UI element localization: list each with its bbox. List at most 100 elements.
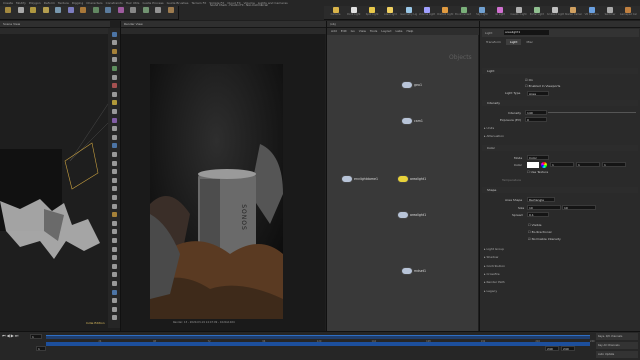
section-color[interactable]: Color xyxy=(482,145,638,151)
on-toggle[interactable]: ☑ On xyxy=(525,78,533,82)
shelf-tool[interactable] xyxy=(165,7,177,19)
shelf-tool-spot-light[interactable]: Spot Light xyxy=(364,7,381,19)
viewport-tool[interactable] xyxy=(110,271,118,279)
section-shape[interactable]: Shape xyxy=(482,187,638,193)
fold-contribution[interactable]: ▸ Contribution xyxy=(484,264,505,268)
shelf-tool[interactable] xyxy=(140,7,152,19)
param-tab-transform[interactable]: Transform xyxy=(482,39,505,45)
current-frame-field[interactable]: 1 xyxy=(30,334,42,339)
viewport-tool[interactable] xyxy=(110,82,118,90)
shelf-tool-environment-light[interactable]: Environment Light xyxy=(455,7,472,19)
jump-start-icon[interactable]: ⏮ xyxy=(2,333,6,340)
viewport-tool[interactable] xyxy=(110,262,118,270)
intensity-field[interactable]: 140 xyxy=(525,110,547,115)
intensity-slider[interactable] xyxy=(548,112,636,113)
network-node[interactable]: envlightdome1 xyxy=(341,175,378,183)
viewport-tool[interactable] xyxy=(110,245,118,253)
section-light[interactable]: Light xyxy=(482,68,638,74)
viewport-tool[interactable] xyxy=(110,159,118,167)
color-r-field[interactable]: 1 xyxy=(550,162,574,167)
fold-crossfire[interactable]: ▸ Crossfire xyxy=(484,272,500,276)
timeline-button[interactable]: Keys, 0/0 channels xyxy=(596,333,638,340)
tab-render-view[interactable]: Render View xyxy=(121,22,143,26)
viewport-tool[interactable] xyxy=(110,211,118,219)
viewport-tool[interactable] xyxy=(110,73,118,81)
network-menu-item[interactable]: Layout xyxy=(381,28,391,35)
network-menu-item[interactable]: View xyxy=(359,28,366,35)
spread-field[interactable]: 0.1 xyxy=(527,212,549,217)
network-node[interactable]: mdset1 xyxy=(401,267,426,275)
network-path[interactable]: /obj xyxy=(327,22,336,26)
viewport-tool[interactable] xyxy=(110,99,118,107)
color-swatch[interactable] xyxy=(527,162,539,168)
shelf-tool[interactable] xyxy=(77,7,89,19)
viewport-tool[interactable] xyxy=(110,133,118,141)
viewport-toggle[interactable]: ☐ Enabled In Viewports xyxy=(525,84,560,88)
range-slider[interactable] xyxy=(46,342,590,346)
tab-scene-view[interactable]: Scene View xyxy=(0,22,20,26)
timeline-button[interactable]: Key All Channels xyxy=(596,342,638,349)
size-x-field[interactable]: 10 xyxy=(527,205,561,210)
shelf-tool-stereo-camera[interactable]: Stereo Camera xyxy=(565,7,582,19)
viewport-tool[interactable] xyxy=(110,30,118,38)
shelf-tool-vr-camera[interactable]: VR Camera xyxy=(583,7,600,19)
shelf-tool-ambient-light[interactable]: Ambient Light xyxy=(547,7,564,19)
scene-viewport[interactable]: Scene View Indie Edition xyxy=(0,21,110,331)
bidirectional-toggle[interactable]: ☐ Bi-directional xyxy=(528,230,551,234)
play-icon[interactable]: ▶ xyxy=(11,333,14,340)
shelf-tool-gamepad-camera[interactable]: Gamepad Camera xyxy=(620,7,637,19)
shelf-tool[interactable] xyxy=(65,7,77,19)
shelf-tool[interactable] xyxy=(90,7,102,19)
shelf-tool[interactable] xyxy=(2,7,14,19)
shelf-tool-geometry-light[interactable]: Geometry Light xyxy=(400,7,417,19)
viewport-tool[interactable] xyxy=(110,64,118,72)
fold-render-path[interactable]: ▸ Render Path xyxy=(484,280,505,284)
jump-end-icon[interactable]: ⏭ xyxy=(15,333,19,340)
fold-shadow[interactable]: ▸ Shadow xyxy=(484,255,498,259)
viewport-tool[interactable] xyxy=(110,279,118,287)
shelf-tool-camera[interactable]: Camera xyxy=(327,7,344,19)
viewport-tool[interactable] xyxy=(110,219,118,227)
viewport-tool[interactable] xyxy=(110,236,118,244)
network-node[interactable]: cam1 xyxy=(401,117,423,125)
viewport-tool[interactable] xyxy=(110,176,118,184)
viewport-tool[interactable] xyxy=(110,314,118,322)
viewport-tool[interactable] xyxy=(110,168,118,176)
viewport-tool[interactable] xyxy=(110,193,118,201)
render-image[interactable]: SONOS xyxy=(150,64,283,319)
timeline-bar[interactable] xyxy=(46,335,590,339)
param-tab-light[interactable]: Light xyxy=(505,39,522,45)
viewport-tool[interactable] xyxy=(110,288,118,296)
visible-toggle[interactable]: ☐ Visible xyxy=(528,223,541,227)
color-b-field[interactable]: 1 xyxy=(602,162,626,167)
network-node[interactable]: arealight1 xyxy=(397,211,426,219)
viewport-tool[interactable] xyxy=(110,90,118,98)
viewport-tool[interactable] xyxy=(110,142,118,150)
end-frame-field[interactable]: 240 xyxy=(545,346,559,351)
viewport-tool[interactable] xyxy=(110,107,118,115)
viewport-tool[interactable] xyxy=(110,297,118,305)
network-node[interactable]: geo1 xyxy=(401,81,422,89)
shelf-tool[interactable] xyxy=(27,7,39,19)
viewport-tool[interactable] xyxy=(110,47,118,55)
network-menu-item[interactable]: Go xyxy=(351,28,355,35)
step-back-icon[interactable]: ◀ xyxy=(7,333,10,340)
shelf-tool[interactable] xyxy=(115,7,127,19)
start-frame-field[interactable]: 1 xyxy=(36,346,46,351)
size-y-field[interactable]: 10 xyxy=(562,205,596,210)
light-type-select[interactable]: Area xyxy=(527,91,549,96)
shelf-tool[interactable] xyxy=(40,7,52,19)
shelf-tool-point-light[interactable]: Point Light xyxy=(345,7,362,19)
shelf-tool-switcher[interactable]: Switcher xyxy=(602,7,619,19)
viewport-tool[interactable] xyxy=(110,56,118,64)
param-tab-misc[interactable]: Misc xyxy=(522,39,538,45)
shelf-tool-caustic-light[interactable]: Caustic Light xyxy=(510,7,527,19)
network-menu-item[interactable]: Edit xyxy=(341,28,347,35)
shelf-tool[interactable] xyxy=(127,7,139,19)
section-intensity[interactable]: Intensity xyxy=(482,100,638,106)
shelf-tool-area-light[interactable]: Area Light xyxy=(382,7,399,19)
shelf-tool-gi-light[interactable]: GI Light xyxy=(492,7,509,19)
network-menu-item[interactable]: Labs xyxy=(396,28,403,35)
shelf-tool-volume-light[interactable]: Volume Light xyxy=(419,7,436,19)
viewport-tool[interactable] xyxy=(110,150,118,158)
